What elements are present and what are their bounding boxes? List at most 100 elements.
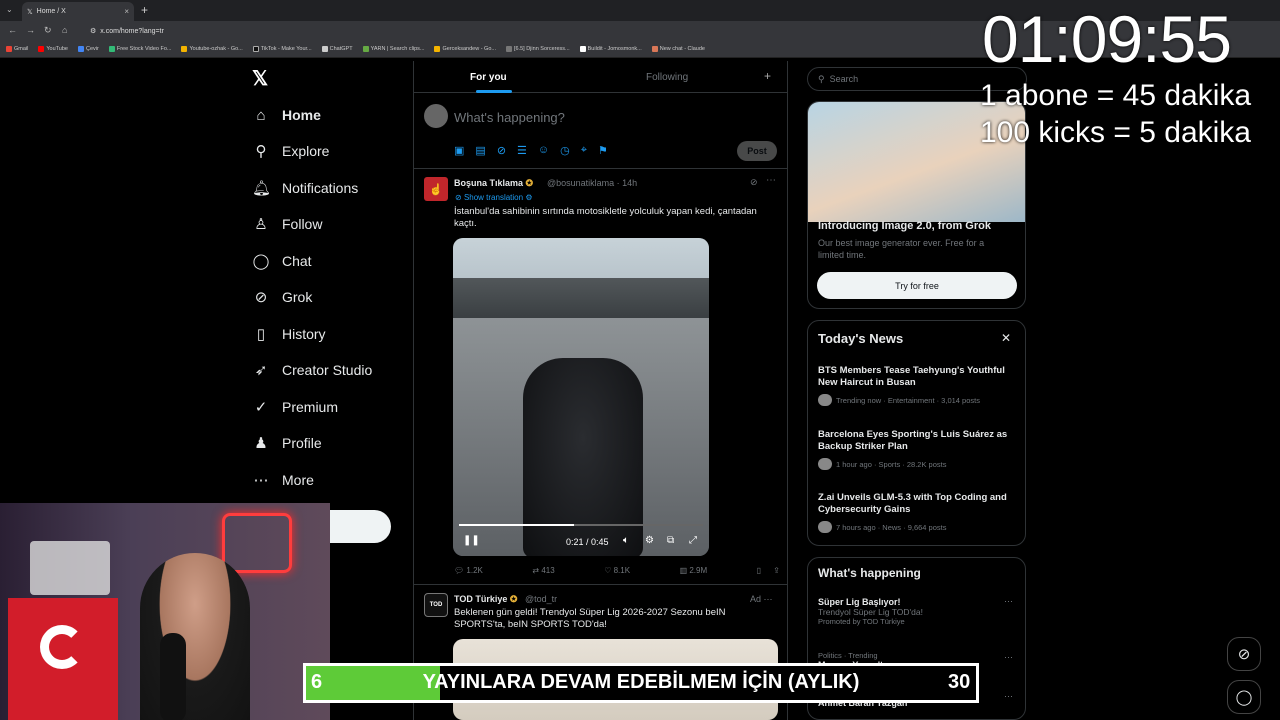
sidebar-item-profile[interactable]: ♟ Profile	[252, 431, 321, 455]
url-bar[interactable]: ⚙ x.com/home?lang=tr	[90, 24, 990, 38]
image-icon[interactable]: ▣	[454, 144, 464, 157]
add-tab-icon[interactable]: +	[764, 69, 771, 83]
x-logo-icon[interactable]: 𝕏	[252, 66, 268, 91]
sidebar-item-more[interactable]: ⋯ More	[252, 468, 314, 492]
webcam-feed	[0, 503, 330, 720]
more-icon[interactable]: ⋯	[1004, 596, 1013, 607]
avatar[interactable]	[424, 104, 448, 128]
grok-icon[interactable]: ⊘	[497, 144, 506, 157]
sidebar-item-notifications[interactable]: 🔔︎ Notifications	[252, 176, 358, 200]
subathon-rule-kicks: 100 kicks = 5 dakika	[980, 116, 1251, 149]
crescent-icon	[40, 625, 84, 669]
reply-button[interactable]: 💬︎ 1.2K	[454, 566, 483, 575]
settings-icon[interactable]: ⚙	[645, 535, 654, 546]
tab-close-icon[interactable]: ×	[124, 7, 129, 16]
repost-button[interactable]: ⇄ 413	[532, 566, 554, 575]
home-browser-icon[interactable]: ⌂	[62, 25, 67, 35]
compose-input[interactable]: What's happening?	[454, 110, 565, 125]
bookmark[interactable]: YARN | Search clips...	[362, 46, 424, 52]
site-info-icon[interactable]: ⚙	[90, 27, 96, 35]
news-item[interactable]: BTS Members Tease Taehyung's Youthful Ne…	[818, 365, 1018, 406]
sidebar-item-creator-studio[interactable]: ➶ Creator Studio	[252, 358, 373, 382]
chart-icon: ▥	[679, 566, 690, 575]
more-icon[interactable]: ⋯	[764, 594, 773, 604]
sidebar-item-grok[interactable]: ⊘ Grok	[252, 285, 313, 309]
sidebar-item-chat[interactable]: ◯ Chat	[252, 249, 312, 273]
views-button[interactable]: ▥ 2.9M	[680, 566, 708, 575]
more-icon[interactable]: ⋯	[766, 175, 776, 186]
bookmark[interactable]: Gmail	[6, 46, 28, 52]
explore-icon: ⚲	[255, 143, 267, 160]
bookmark[interactable]: Buildit - Jomosmonk...	[579, 46, 642, 52]
avatar	[818, 394, 832, 406]
avatar[interactable]: TOD	[424, 593, 448, 617]
trend-item[interactable]: Süper Lig Başlıyor! Trendyol Süper Lig T…	[818, 597, 1008, 626]
sidebar-item-premium[interactable]: ✓ Premium	[252, 395, 338, 419]
news-item[interactable]: Z.ai Unveils GLM-5.3 with Top Coding and…	[818, 492, 1018, 533]
bookmark[interactable]: New chat - Claude	[651, 46, 705, 52]
divider	[413, 168, 788, 169]
grok-icon: ⊘	[254, 289, 268, 306]
volume-icon[interactable]: 🔈︎	[623, 535, 629, 546]
tab-for-you[interactable]: For you	[470, 72, 507, 83]
sidebar-item-follow[interactable]: ♙ Follow	[252, 212, 322, 236]
stream-timer: 01:09:55	[982, 2, 1232, 76]
flag-icon[interactable]: ⚑	[598, 144, 608, 157]
tweet-video[interactable]: ❚❚ 🔈︎ ⚙ ⧉ ⤢ 0:21 / 0:45	[453, 238, 709, 556]
bookmark[interactable]: YouTube	[38, 46, 68, 52]
sidebar-item-explore[interactable]: ⚲ Explore	[252, 139, 330, 163]
bookmark-icon: ▯	[756, 566, 764, 575]
close-icon[interactable]: ✕	[1001, 331, 1011, 345]
fullscreen-icon[interactable]: ⤢	[689, 535, 697, 546]
like-button[interactable]: ♡ 8.1K	[604, 566, 630, 575]
grok-icon[interactable]: ⊘	[750, 177, 758, 188]
browser-tab[interactable]: 𝕏 Home / X ×	[22, 2, 134, 21]
goal-label: YAYINLARA DEVAM EDEBİLMEM İÇİN (AYLIK)	[422, 671, 860, 693]
subathon-rule-sub: 1 abone = 45 dakika	[980, 79, 1252, 112]
bookmark[interactable]: [6.5] Djinn Sorceress...	[505, 46, 570, 52]
location-icon[interactable]: ⌖	[581, 144, 587, 157]
sidebar-item-history[interactable]: ▯ History	[252, 322, 326, 346]
compose-post-button[interactable]: Post	[737, 141, 777, 161]
more-icon[interactable]: ⋯	[1004, 691, 1013, 702]
grok-icon: ⊘	[1237, 646, 1251, 663]
bookmark[interactable]: ChatGPT	[321, 46, 353, 52]
forward-icon[interactable]: →	[26, 25, 35, 35]
avatar[interactable]: ☝	[424, 177, 448, 201]
tab-following[interactable]: Following	[646, 72, 688, 83]
bookmark[interactable]: Free Stock Video Fo...	[108, 46, 171, 52]
bookmark[interactable]: Gerceksandew - Go...	[434, 46, 496, 52]
pause-icon[interactable]: ❚❚	[463, 535, 480, 546]
reload-icon[interactable]: ↻	[44, 25, 52, 36]
pip-icon[interactable]: ⧉	[667, 535, 674, 546]
news-item[interactable]: Barcelona Eyes Sporting's Luis Suárez as…	[818, 429, 1018, 470]
promo-title: Introducing Image 2.0, from Grok	[818, 220, 991, 232]
tweet-author-name[interactable]: Boşuna Tıklama ✪	[454, 178, 533, 189]
promo-description: Our best image generator ever. Free for …	[818, 238, 985, 260]
grok-floating-button[interactable]: ⊘	[1227, 637, 1261, 671]
bookmark[interactable]: TikTok - Make Your...	[252, 46, 312, 52]
back-icon[interactable]: ←	[8, 25, 17, 35]
sidebar-item-home[interactable]: ⌂ Home	[252, 103, 320, 127]
tab-list-icon[interactable]: ⌄	[6, 5, 13, 14]
bookmark-button[interactable]: ▯ ⇪	[757, 566, 780, 575]
share-icon[interactable]: ⇪	[773, 566, 780, 575]
verified-icon: ✪	[525, 178, 534, 188]
tweet-author-name[interactable]: TOD Türkiye ✪	[454, 594, 517, 605]
new-tab-icon[interactable]: +	[141, 3, 148, 17]
messages-floating-button[interactable]: ◯	[1227, 680, 1261, 714]
gif-icon[interactable]: ▤	[475, 144, 485, 157]
more-icon[interactable]: ⋯	[1004, 652, 1013, 663]
todays-news-card: Today's News ✕ BTS Members Tease Taehyun…	[807, 320, 1026, 546]
video-time: 0:21 / 0:45	[566, 537, 609, 547]
schedule-icon[interactable]: ◷	[560, 144, 570, 157]
bookmark[interactable]: Youtube-ozhak - Go...	[181, 46, 243, 52]
heart-icon: ♡	[604, 566, 614, 575]
try-for-free-button[interactable]: Try for free	[817, 272, 1017, 299]
emoji-icon[interactable]: ☺	[538, 144, 549, 157]
poll-icon[interactable]: ☰	[517, 144, 527, 157]
bookmark[interactable]: Çevir	[78, 46, 99, 52]
show-translation-link[interactable]: ⊘ Show translation ⚙	[455, 193, 533, 202]
tweet-actions: 💬︎ 1.2K ⇄ 413 ♡ 8.1K ▥ 2.9M ▯ ⇪	[454, 566, 780, 575]
chat-icon: ◯	[252, 253, 270, 270]
